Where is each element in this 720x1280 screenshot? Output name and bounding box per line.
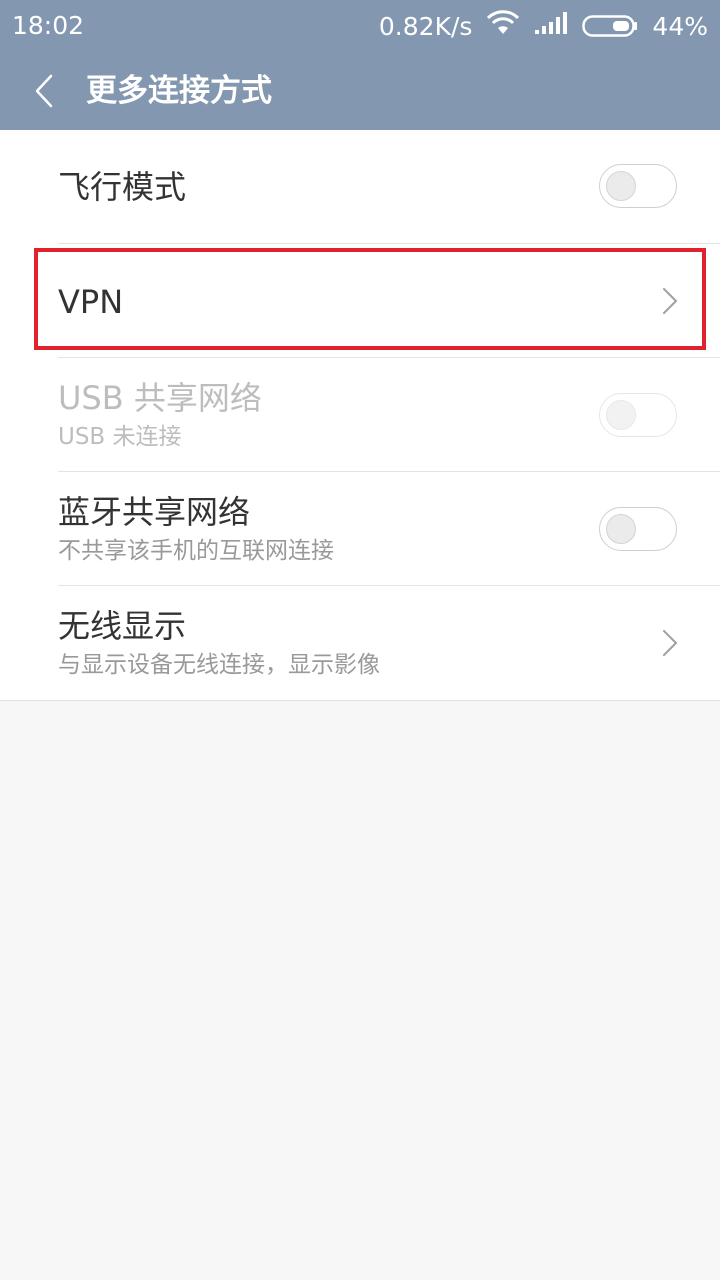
network-speed: 0.82K/s [378,11,473,41]
page-title: 更多连接方式 [86,73,272,109]
chevron-right-icon [663,630,677,656]
toggle-knob [606,171,636,201]
bluetooth-tethering-row[interactable]: 蓝牙共享网络 不共享该手机的互联网连接 [0,472,720,586]
vpn-row[interactable]: VPN [0,244,720,358]
settings-list: 飞行模式 VPN USB 共享网络 USB 未连接 蓝牙共享网络 不共享该手机的… [0,130,720,701]
row-subtitle: 与显示设备无线连接，显示影像 [58,652,380,678]
row-title: USB 共享网络 [58,379,262,417]
battery-percent: 44% [652,11,708,41]
status-indicators: 0.82K/s 44% [379,10,708,42]
wifi-icon [486,10,520,42]
chevron-right-icon [663,288,677,314]
chevron-left-icon [35,74,53,108]
back-button[interactable] [22,66,66,116]
title-bar: 更多连接方式 [0,52,720,130]
row-subtitle: USB 未连接 [58,424,182,450]
row-title: VPN [58,283,124,321]
usb-tethering-toggle [599,393,677,437]
row-title: 飞行模式 [58,168,187,206]
signal-icon [534,11,568,41]
wireless-display-row[interactable]: 无线显示 与显示设备无线连接，显示影像 [0,586,720,700]
row-title: 无线显示 [58,607,187,645]
airplane-mode-toggle[interactable] [599,164,677,208]
bluetooth-tethering-toggle[interactable] [599,507,677,551]
header-bar: 18:02 0.82K/s 44% 更多连接方式 [0,0,720,130]
status-bar: 18:02 0.82K/s 44% [0,0,720,52]
usb-tethering-row: USB 共享网络 USB 未连接 [0,358,720,472]
airplane-mode-row[interactable]: 飞行模式 [0,130,720,244]
battery-icon [582,14,638,38]
row-title: 蓝牙共享网络 [58,493,251,531]
toggle-knob [606,514,636,544]
row-subtitle: 不共享该手机的互联网连接 [58,538,334,564]
status-time: 18:02 [12,11,85,40]
toggle-knob [606,400,636,430]
